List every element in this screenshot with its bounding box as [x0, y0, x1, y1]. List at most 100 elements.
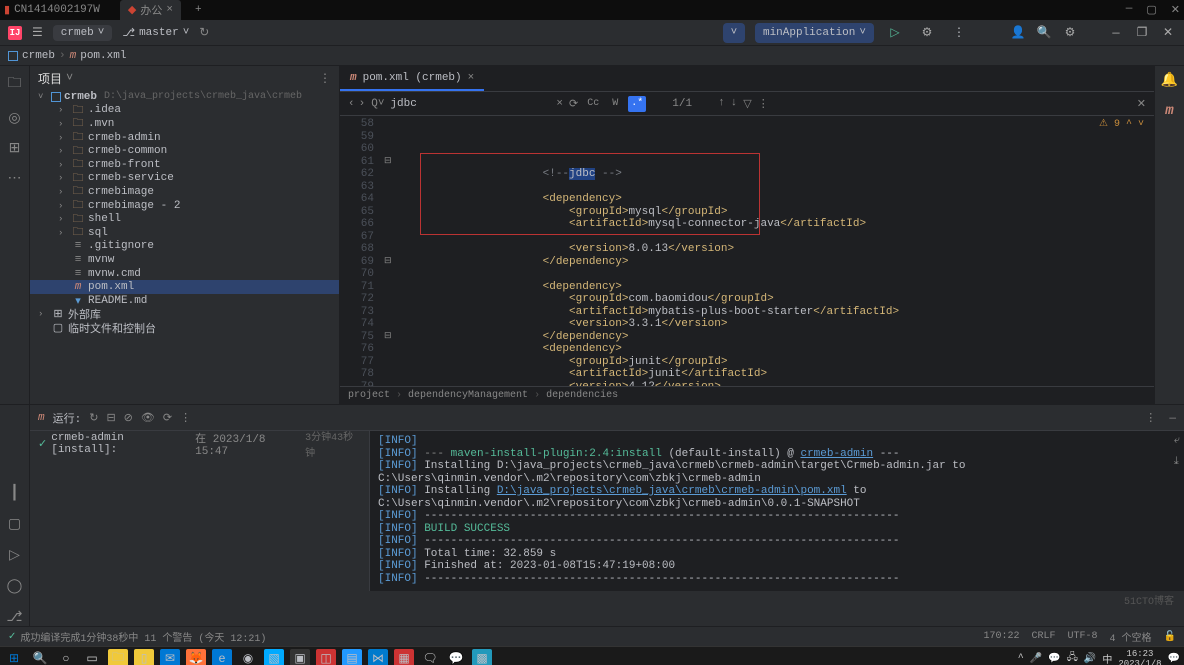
- app-icon[interactable]: ▯: [134, 649, 154, 665]
- cursor-position[interactable]: 170:22: [983, 631, 1019, 642]
- search-icon[interactable]: 🔍: [1036, 25, 1052, 40]
- scroll-end-icon[interactable]: ⤓: [1174, 456, 1180, 469]
- intellij-logo-icon[interactable]: IJ: [8, 26, 22, 40]
- settings-icon[interactable]: ⚙: [1062, 25, 1078, 40]
- chrome-icon[interactable]: ◉: [238, 649, 258, 665]
- readonly-icon[interactable]: 🔓: [1164, 631, 1176, 643]
- debug-tool-button[interactable]: ◯: [7, 578, 23, 595]
- wechat-icon[interactable]: 💬: [446, 649, 466, 665]
- app-icon-5[interactable]: ▤: [342, 649, 362, 665]
- git-tool-button[interactable]: ⎇: [6, 609, 22, 626]
- task-view-icon[interactable]: ▭: [82, 649, 102, 665]
- find-option[interactable]: W: [606, 96, 624, 112]
- user-icon[interactable]: 👤: [1010, 25, 1026, 40]
- ide-close-button[interactable]: ✕: [1160, 25, 1176, 40]
- start-button[interactable]: ⊞: [4, 649, 24, 665]
- ban-icon[interactable]: ⊘: [124, 411, 133, 425]
- soft-wrap-icon[interactable]: ⤶: [1174, 435, 1180, 448]
- window-max-button[interactable]: ▢: [1146, 3, 1156, 17]
- indent-setting[interactable]: 4 个空格: [1110, 629, 1152, 645]
- stop-icon[interactable]: ⊟: [106, 411, 115, 425]
- browser-tab[interactable]: ◆ 办公 ×: [120, 0, 181, 20]
- commit-tool-button[interactable]: ◎: [7, 110, 23, 126]
- cortana-icon[interactable]: ○: [56, 649, 76, 665]
- terminal-tool-button[interactable]: ┃: [10, 485, 18, 502]
- more-tool-button[interactable]: ⋯: [7, 170, 23, 186]
- line-separator[interactable]: CRLF: [1032, 631, 1056, 642]
- tree-item[interactable]: ≡mvnw: [30, 253, 339, 267]
- todo-tool-button[interactable]: ▢: [8, 516, 21, 533]
- find-option[interactable]: .*: [628, 96, 646, 112]
- clear-find-icon[interactable]: ×: [556, 98, 563, 110]
- crumb[interactable]: project: [348, 390, 390, 401]
- mail-icon[interactable]: ✉: [160, 649, 180, 665]
- tray-ime-icon[interactable]: 中: [1102, 651, 1112, 665]
- run-config-extra[interactable]: ˅: [723, 23, 745, 43]
- tray-vol-icon[interactable]: 🔊: [1084, 653, 1096, 665]
- run-tool-button[interactable]: ▷: [9, 547, 20, 564]
- new-tab-button[interactable]: +: [195, 4, 202, 16]
- tray-net-icon[interactable]: 🖧: [1067, 650, 1078, 665]
- find-history-icon[interactable]: ⟳: [569, 97, 578, 111]
- panel-menu[interactable]: ⋮ —: [1145, 411, 1176, 425]
- rerun-icon[interactable]: ↻: [89, 411, 98, 425]
- find-input[interactable]: jdbc: [390, 98, 550, 110]
- tray-up-icon[interactable]: ^: [1018, 653, 1024, 664]
- view-icon[interactable]: 👁: [141, 411, 155, 425]
- pin-icon[interactable]: ⟳: [163, 411, 172, 425]
- window-close-button[interactable]: ✕: [1171, 3, 1180, 17]
- project-tool-button[interactable]: 🗀: [8, 72, 22, 96]
- find-option[interactable]: Cc: [584, 96, 602, 112]
- chevron-down-icon[interactable]: ˅: [66, 71, 73, 85]
- search-button[interactable]: 🔍: [30, 649, 50, 665]
- update-icon[interactable]: ↻: [199, 25, 209, 40]
- ide-min-button[interactable]: —: [1108, 26, 1124, 40]
- crumb[interactable]: dependencies: [546, 390, 618, 401]
- tree-item[interactable]: mpom.xml: [30, 280, 339, 294]
- find-prev-level[interactable]: ‹: [348, 98, 355, 110]
- console-output[interactable]: ⤶ ⤓ [INFO][INFO] --- maven-install-plugi…: [370, 431, 1184, 591]
- app-icon-7[interactable]: 🗨: [420, 649, 440, 665]
- find-menu[interactable]: ⋮: [758, 97, 769, 111]
- close-find-button[interactable]: ✕: [1137, 97, 1146, 111]
- ide-max-button[interactable]: ❐: [1134, 25, 1150, 40]
- more-run-button[interactable]: ⋮: [948, 23, 970, 43]
- tree-item[interactable]: ›🗀sql: [30, 226, 339, 240]
- tree-item[interactable]: ▢临时文件和控制台: [30, 321, 339, 335]
- run-button[interactable]: ▷: [884, 23, 906, 43]
- run-task-row[interactable]: ✓ crmeb-admin [install]: 在 2023/1/8 15:4…: [38, 435, 361, 453]
- app-icon-8[interactable]: ▩: [472, 649, 492, 665]
- find-prev-button[interactable]: ↑: [718, 97, 725, 111]
- structure-tool-button[interactable]: ⊞: [7, 140, 23, 156]
- main-menu-button[interactable]: ☰: [32, 25, 43, 40]
- close-tab-icon[interactable]: ×: [468, 72, 475, 84]
- tree-item[interactable]: ≡.gitignore: [30, 240, 339, 254]
- project-selector[interactable]: crmeb ˅: [53, 25, 113, 41]
- notifications-icon[interactable]: 🔔: [1161, 72, 1178, 89]
- tray-wechat-icon[interactable]: 💬: [1048, 653, 1060, 665]
- app-icon-4[interactable]: ◫: [316, 649, 336, 665]
- run-config-selector[interactable]: minApplication ˅: [755, 23, 874, 43]
- git-branch-selector[interactable]: ⎇ master ˅: [122, 26, 189, 40]
- code-editor[interactable]: ⚠ 9 ^ ˅ 58596061626364656667686970717273…: [340, 116, 1154, 386]
- tray-mic-icon[interactable]: 🎤: [1030, 653, 1042, 665]
- tree-item[interactable]: ≡mvnw.cmd: [30, 267, 339, 281]
- find-next-button[interactable]: ↓: [731, 97, 738, 111]
- app-icon-2[interactable]: ▧: [264, 649, 284, 665]
- edge-icon[interactable]: e: [212, 649, 232, 665]
- firefox-icon[interactable]: 🦊: [186, 649, 206, 665]
- more-icon[interactable]: ⋮: [180, 411, 191, 425]
- tab-close-icon[interactable]: ×: [166, 4, 173, 16]
- encoding[interactable]: UTF-8: [1068, 631, 1098, 642]
- find-next-level[interactable]: ›: [359, 98, 366, 110]
- clock[interactable]: 16:23 2023/1/8: [1118, 649, 1161, 665]
- debug-button[interactable]: ⚙: [916, 23, 938, 43]
- editor-tab[interactable]: m pom.xml (crmeb) ×: [340, 66, 484, 91]
- explorer-icon[interactable]: 🗀: [108, 649, 128, 665]
- filter-icon[interactable]: ▽: [743, 97, 751, 111]
- maven-tool-button[interactable]: m: [1165, 103, 1173, 119]
- project-panel-menu[interactable]: ⋮: [319, 71, 331, 86]
- window-min-button[interactable]: —: [1126, 3, 1133, 17]
- app-icon-6[interactable]: ▦: [394, 649, 414, 665]
- notifications-button[interactable]: 💬: [1168, 653, 1180, 665]
